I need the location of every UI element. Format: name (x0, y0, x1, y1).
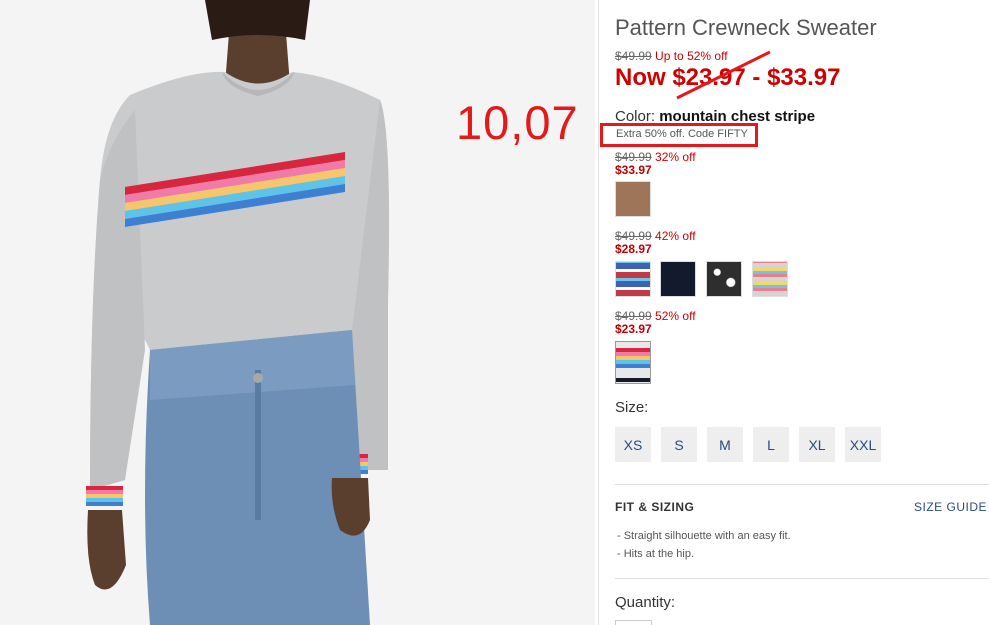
sale-price: $23.97 (615, 322, 652, 336)
price-line: $49.99 Up to 52% off (615, 49, 728, 63)
fit-detail: - Straight silhouette with an easy fit. (617, 530, 791, 542)
sale-price: $28.97 (615, 242, 652, 256)
size-guide-link[interactable]: SIZE GUIDE (914, 500, 987, 514)
sale-price: $33.97 (615, 163, 652, 177)
section-divider (615, 578, 989, 579)
price-group-1: $49.99 32% off $33.97 (615, 151, 696, 177)
price-group-3: $49.99 52% off $23.97 (615, 310, 696, 336)
now-price: Now $23.97 - $33.97 (615, 64, 841, 91)
annotation-highlight-box (600, 123, 758, 147)
swatch-rainbow-stripe[interactable] (615, 341, 651, 384)
was-price: $49.99 (615, 309, 652, 323)
size-xl-button[interactable]: XL (799, 427, 835, 462)
percent-off: 52% off (655, 309, 696, 323)
size-l-button[interactable]: L (753, 427, 789, 462)
percent-off: 32% off (655, 150, 696, 164)
product-photo (0, 0, 595, 625)
was-price: $49.99 (615, 229, 652, 243)
fit-sizing-title: FIT & SIZING (615, 500, 695, 514)
section-divider (615, 484, 989, 485)
swatch-camel[interactable] (615, 181, 651, 217)
fit-detail: - Hits at the hip. (617, 548, 695, 560)
model-wearing-sweater-illustration (0, 0, 595, 625)
product-page: Pattern Crewneck Sweater $49.99 Up to 52… (0, 0, 990, 625)
was-price: $49.99 (615, 150, 652, 164)
percent-off: 42% off (655, 229, 696, 243)
original-price: $49.99 (615, 49, 652, 63)
quantity-input[interactable] (615, 620, 652, 625)
size-label: Size: (615, 399, 649, 416)
size-xxl-button[interactable]: XXL (845, 427, 881, 462)
quantity-label: Quantity: (615, 594, 676, 611)
size-m-button[interactable]: M (707, 427, 743, 462)
size-xs-button[interactable]: XS (615, 427, 651, 462)
vertical-divider (598, 0, 599, 625)
product-title: Pattern Crewneck Sweater (615, 15, 877, 40)
discount-text: Up to 52% off (655, 49, 728, 63)
swatch-black-white[interactable] (706, 261, 742, 297)
annotation-number: 10,07 (456, 96, 579, 149)
swatch-navy[interactable] (660, 261, 696, 297)
swatch-fairisle[interactable] (615, 261, 651, 297)
price-group-2: $49.99 42% off $28.97 (615, 230, 696, 256)
size-s-button[interactable]: S (661, 427, 697, 462)
swatch-grey-stripe[interactable] (752, 261, 788, 297)
